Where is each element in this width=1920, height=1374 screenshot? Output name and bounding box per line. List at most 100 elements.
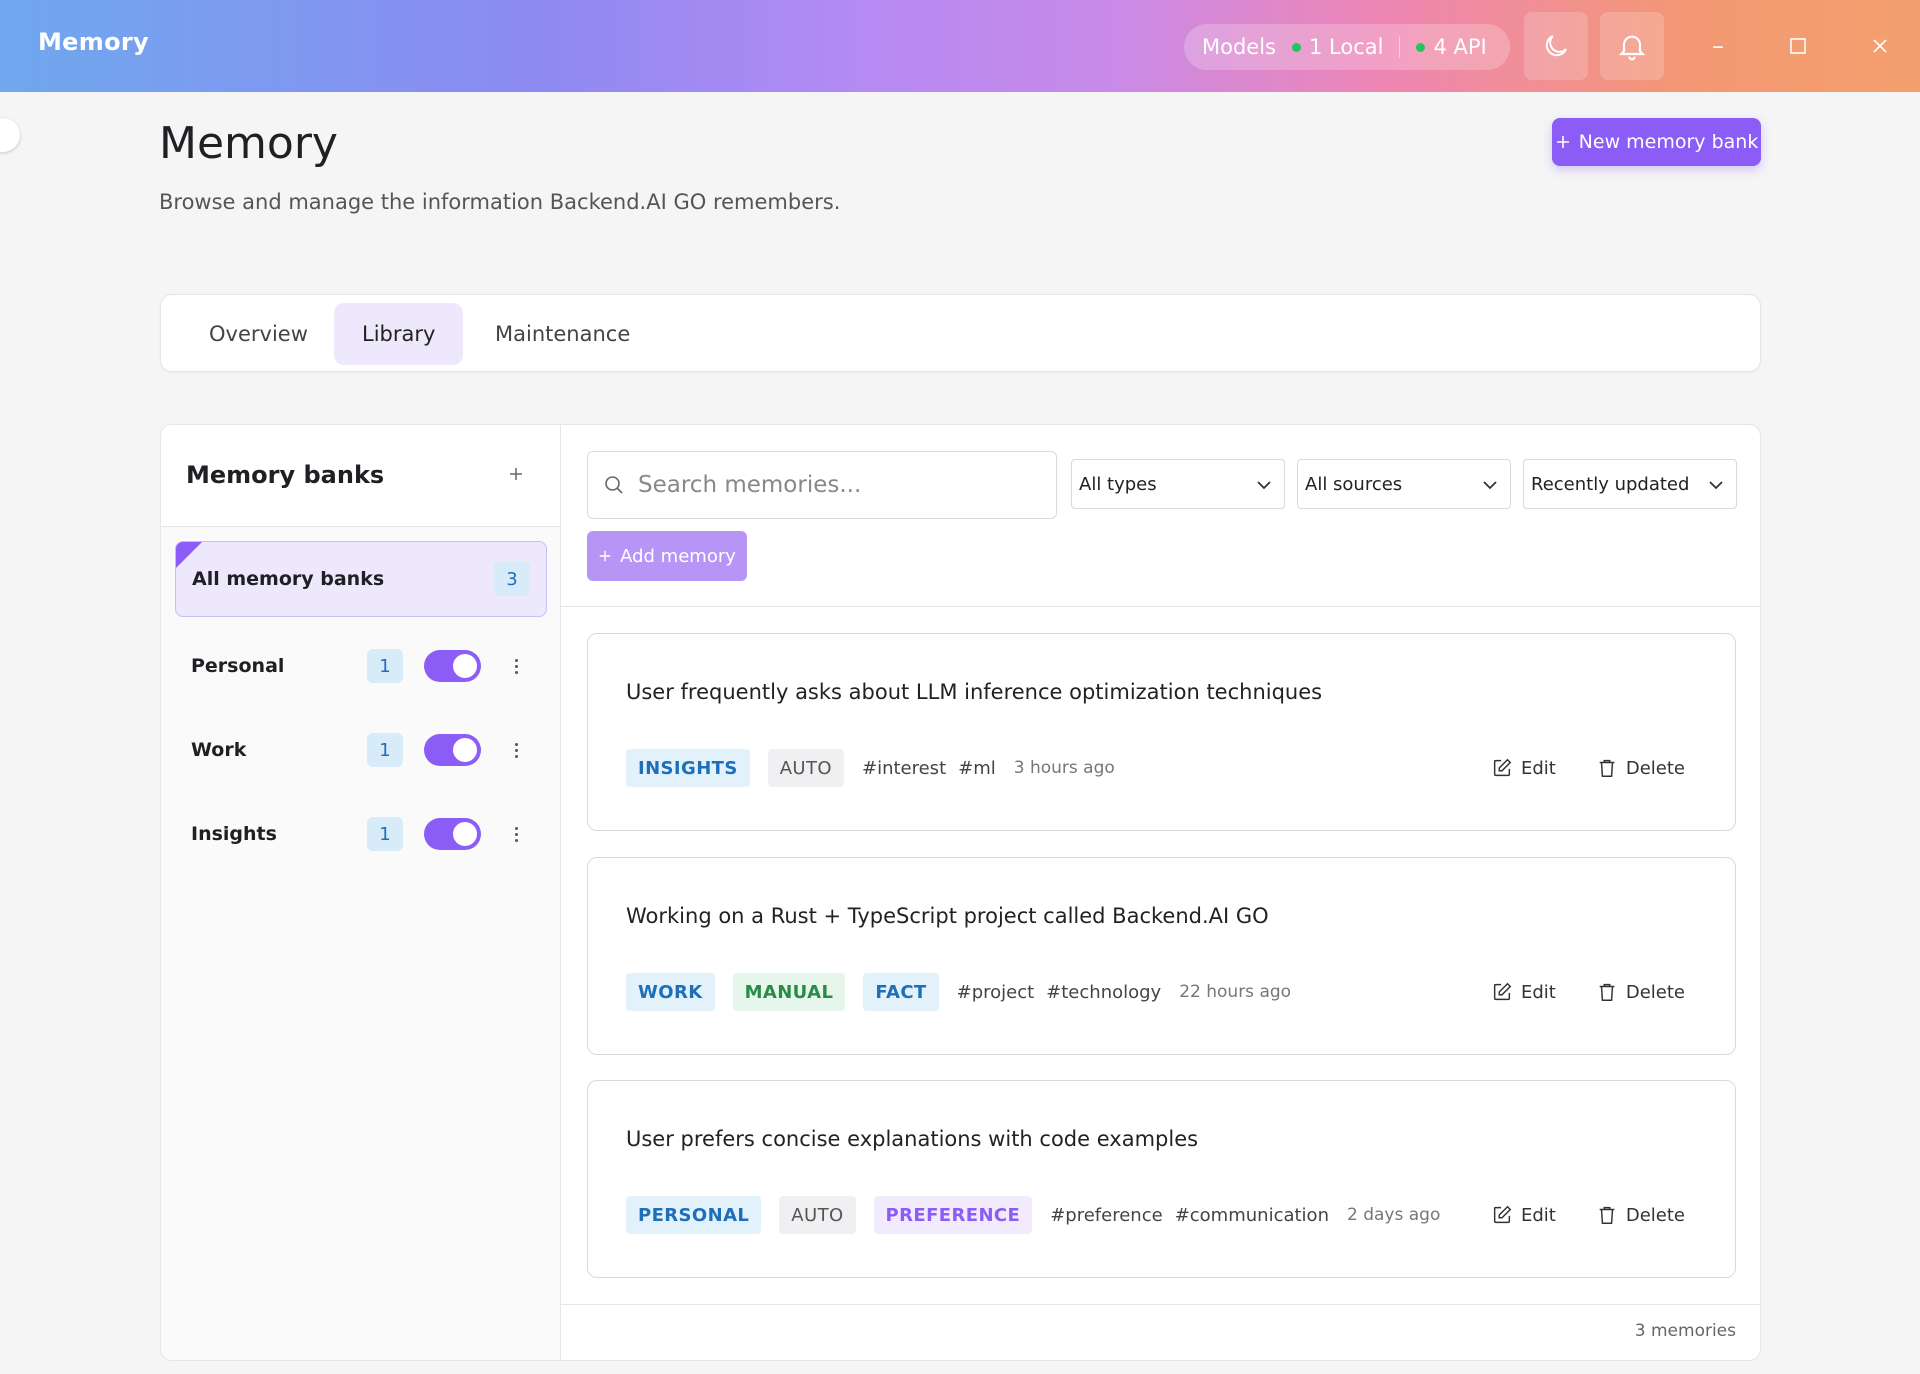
more-options-icon[interactable] [509, 735, 523, 765]
title-bar: Memory Models 1 Local 4 API – [0, 0, 1920, 92]
search-input[interactable] [638, 472, 1038, 498]
minimize-button[interactable]: – [1700, 28, 1736, 64]
delete-button[interactable]: Delete [1596, 757, 1685, 779]
bank-enabled-toggle[interactable] [424, 650, 481, 682]
tab-label: Library [362, 322, 436, 346]
delete-label: Delete [1625, 757, 1685, 779]
memory-text: User frequently asks about LLM inference… [626, 680, 1323, 704]
memory-tag[interactable]: #interest [862, 758, 946, 779]
sidebar-item-work[interactable]: Work 1 [175, 723, 547, 783]
delete-button[interactable]: Delete [1596, 981, 1685, 1003]
edit-button[interactable]: Edit [1491, 981, 1556, 1003]
new-memory-bank-label: New memory bank [1578, 131, 1759, 153]
memory-text: Working on a Rust + TypeScript project c… [626, 904, 1269, 928]
memory-actions: Edit Delete [1491, 748, 1685, 788]
bank-label: Insights [191, 823, 277, 845]
more-options-icon[interactable] [509, 651, 523, 681]
memory-library-panel: Memory banks All memory banks 3 Personal… [160, 424, 1761, 1361]
bank-label: Personal [191, 655, 285, 677]
tab-library[interactable]: Library [334, 303, 464, 365]
source-filter-value: All sources [1305, 473, 1403, 495]
memory-tag[interactable]: #preference [1050, 1205, 1162, 1226]
edit-button[interactable]: Edit [1491, 757, 1556, 779]
memory-tag[interactable]: #project [957, 982, 1035, 1003]
count-badge: 1 [367, 649, 403, 683]
divider [1399, 36, 1401, 58]
edit-icon [1493, 758, 1512, 777]
selected-indicator [176, 542, 202, 568]
count-badge: 1 [367, 733, 403, 767]
sort-value: Recently updated [1531, 473, 1690, 495]
more-options-icon[interactable] [509, 819, 523, 849]
add-memory-button[interactable]: Add memory [587, 531, 747, 581]
moon-icon [1545, 35, 1567, 57]
sidebar-header: Memory banks [161, 425, 560, 527]
sidebar-title: Memory banks [186, 461, 385, 489]
trash-icon [1599, 1206, 1615, 1224]
bank-enabled-toggle[interactable] [424, 818, 481, 850]
edit-label: Edit [1520, 1204, 1556, 1226]
bank-enabled-toggle[interactable] [424, 734, 481, 766]
type-filter-select[interactable]: All types [1071, 459, 1285, 509]
bank-label: Work [191, 739, 247, 761]
sidebar-item-personal[interactable]: Personal 1 [175, 639, 547, 699]
models-status-pill[interactable]: Models 1 Local 4 API [1184, 24, 1510, 70]
chevron-down-icon [1257, 481, 1271, 490]
edit-icon [1493, 982, 1512, 1001]
memory-chip: MANUAL [732, 973, 846, 1011]
bank-label: All memory banks [192, 568, 385, 590]
tab-label: Maintenance [495, 322, 631, 346]
memory-timestamp: 3 hours ago [1013, 758, 1115, 778]
memory-chip: PREFERENCE [873, 1196, 1033, 1234]
status-dot-icon [1416, 42, 1426, 52]
new-memory-bank-button[interactable]: New memory bank [1552, 118, 1761, 166]
memory-card[interactable]: Working on a Rust + TypeScript project c… [587, 857, 1736, 1055]
memory-chip: FACT [863, 973, 939, 1011]
memory-timestamp: 2 days ago [1346, 1205, 1441, 1225]
memory-meta: INSIGHTS AUTO #interest #ml 3 hours ago [626, 748, 1115, 788]
edit-button[interactable]: Edit [1491, 1204, 1556, 1226]
memory-meta: PERSONAL AUTO PREFERENCE #preference #commun… [626, 1195, 1440, 1235]
source-filter-select[interactable]: All sources [1297, 459, 1511, 509]
count-badge: 3 [494, 562, 530, 596]
local-models-label: 1 Local [1309, 35, 1384, 59]
search-box[interactable] [587, 451, 1057, 519]
memory-toolbar: All types All sources Recently updated A… [561, 425, 1760, 607]
memory-banks-sidebar: Memory banks All memory banks 3 Personal… [161, 425, 561, 1360]
maximize-icon [1790, 38, 1806, 54]
edit-label: Edit [1520, 981, 1556, 1003]
type-filter-value: All types [1079, 473, 1157, 495]
tab-overview[interactable]: Overview [181, 303, 336, 365]
edit-icon [1493, 1205, 1512, 1224]
tab-maintenance[interactable]: Maintenance [467, 303, 658, 365]
sidebar-item-all-memory-banks[interactable]: All memory banks 3 [175, 541, 547, 617]
chevron-down-icon [1709, 481, 1723, 490]
memory-card[interactable]: User frequently asks about LLM inference… [587, 633, 1736, 831]
memory-actions: Edit Delete [1491, 1195, 1685, 1235]
local-models-status: 1 Local [1292, 35, 1383, 59]
maximize-button[interactable] [1780, 28, 1816, 64]
memory-meta: WORK MANUAL FACT #project #technology 22 hou… [626, 972, 1291, 1012]
memory-timestamp: 22 hours ago [1179, 982, 1292, 1002]
memory-text: User prefers concise explanations with c… [626, 1127, 1199, 1151]
sidebar-expand-handle[interactable] [0, 118, 20, 152]
notifications-button[interactable] [1600, 12, 1664, 80]
delete-label: Delete [1625, 981, 1685, 1003]
theme-toggle-button[interactable] [1524, 12, 1588, 80]
memory-chip: INSIGHTS [626, 749, 750, 787]
memory-tag[interactable]: #ml [958, 758, 996, 779]
delete-button[interactable]: Delete [1596, 1204, 1685, 1226]
trash-icon [1599, 759, 1615, 777]
memory-chip: WORK [626, 973, 715, 1011]
memory-card[interactable]: User prefers concise explanations with c… [587, 1080, 1736, 1278]
trash-icon [1599, 983, 1615, 1001]
memory-tag[interactable]: #technology [1046, 982, 1161, 1003]
add-bank-button[interactable] [501, 459, 531, 489]
sidebar-item-insights[interactable]: Insights 1 [175, 807, 547, 867]
close-button[interactable] [1862, 28, 1898, 64]
chevron-down-icon [1483, 481, 1497, 490]
sort-select[interactable]: Recently updated [1523, 459, 1737, 509]
memory-tag[interactable]: #communication [1175, 1205, 1329, 1226]
window-title: Memory [38, 28, 149, 56]
bell-icon [1618, 35, 1646, 61]
